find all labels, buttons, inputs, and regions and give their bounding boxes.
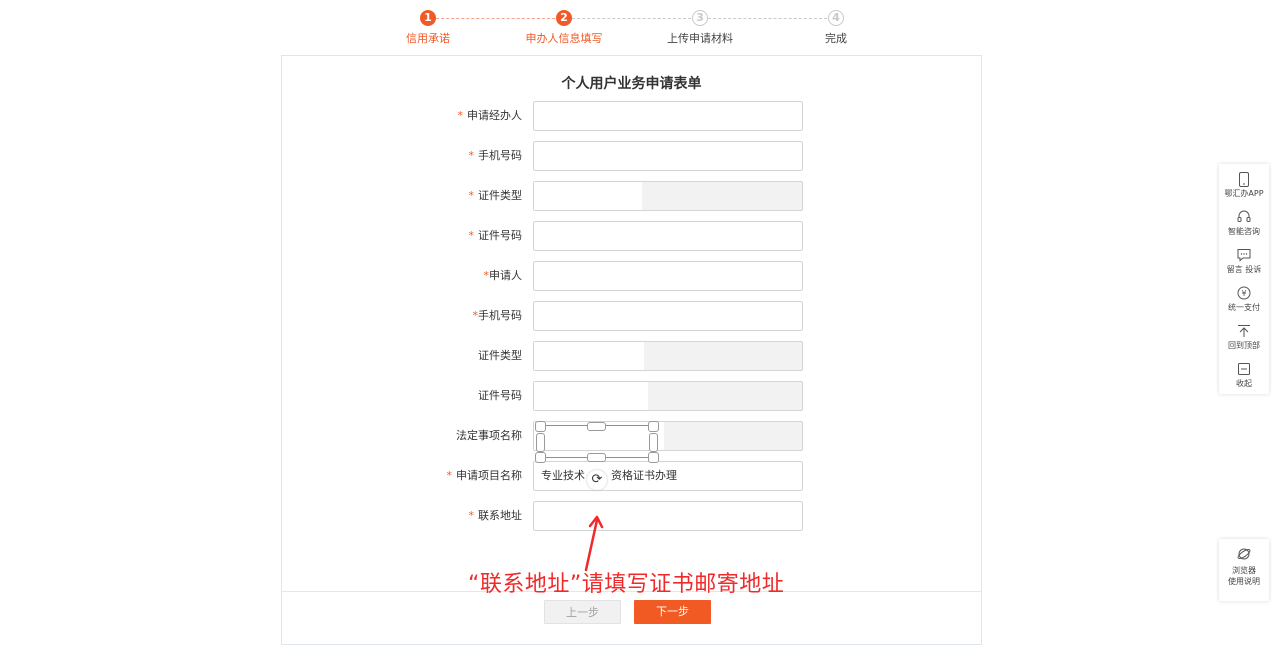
step-4: 4 完成 <box>766 10 906 46</box>
progress-stepper: 1 信用承诺 2 申办人信息填写 3 上传申请材料 4 完成 <box>0 10 1275 50</box>
field-label-text: 证件号码 <box>478 229 522 242</box>
step-1: 1 信用承诺 <box>358 10 498 46</box>
form-title: 个人用户业务申请表单 <box>561 76 702 92</box>
required-mark: * <box>468 229 475 242</box>
form-row-agent-id-number: * 证件号码 <box>282 221 981 251</box>
step-label: 信用承诺 <box>406 32 450 45</box>
project-name-value-part-2: 资格证书办理 <box>611 469 677 482</box>
form-row-agent-id-type: * 证件类型 <box>282 181 981 211</box>
svg-text:¥: ¥ <box>1241 289 1246 298</box>
toolbar-label: 收起 <box>1236 379 1252 388</box>
field-label-text: 申请项目名称 <box>456 469 522 482</box>
field-label: *手机号码 <box>473 301 523 331</box>
field-label: 证件类型 <box>478 349 522 362</box>
field-label-text: 申请经办人 <box>467 109 522 122</box>
field-label-text: 申请人 <box>489 269 522 282</box>
help-label-line-2: 使用说明 <box>1228 577 1260 586</box>
applicant-name-input[interactable] <box>533 261 803 291</box>
step-number: 2 <box>556 10 572 26</box>
required-mark: * <box>468 189 475 202</box>
toolbar-top-button[interactable]: 回到顶部 <box>1219 324 1269 362</box>
resize-handle[interactable] <box>536 433 545 452</box>
agent-phone-input[interactable] <box>533 141 803 171</box>
step-label: 上传申请材料 <box>667 32 733 45</box>
toolbar-label: 智能咨询 <box>1228 227 1260 236</box>
form-row-applicant-phone: *手机号码 <box>282 301 981 331</box>
redaction-block <box>534 382 648 410</box>
resize-handle[interactable] <box>535 421 546 432</box>
redaction-block <box>534 342 644 370</box>
form-row-applicant-id-type: 证件类型 <box>282 341 981 371</box>
required-mark: * <box>457 109 464 122</box>
required-mark: * <box>468 509 475 522</box>
previous-step-button[interactable]: 上一步 <box>544 600 621 624</box>
field-label: * 证件类型 <box>469 181 523 211</box>
toolbar-label: 回到顶部 <box>1228 341 1260 350</box>
step-number: 4 <box>828 10 844 26</box>
field-label-text: 证件类型 <box>478 189 522 202</box>
resize-handle[interactable] <box>648 452 659 463</box>
form-row-applicant: *申请人 <box>282 261 981 291</box>
form-row-project-name: * 申请项目名称 专业技术 资格证书办理 <box>282 461 981 491</box>
annotation-text: “联系地址”请填写证书邮寄地址 <box>468 572 785 597</box>
toolbar-payment-button[interactable]: ¥ 统一支付 <box>1219 286 1269 324</box>
step-label: 申办人信息填写 <box>525 32 603 45</box>
required-mark: * <box>468 149 475 162</box>
annotation-arrow <box>584 515 604 572</box>
resize-handle[interactable] <box>649 433 658 452</box>
field-label-text: 手机号码 <box>478 149 522 162</box>
toolbar-label: 留言 投诉 <box>1226 265 1262 274</box>
form-row-applicant-id-number: 证件号码 <box>282 381 981 411</box>
phone-icon <box>1219 172 1269 189</box>
message-icon <box>1219 248 1269 265</box>
field-label: *申请人 <box>484 261 523 291</box>
project-name-value-part-1: 专业技术 <box>541 469 585 482</box>
step-3: 3 上传申请材料 <box>630 10 770 46</box>
toolbar-app-button[interactable]: 鄂汇办APP <box>1219 172 1269 210</box>
step-number: 3 <box>692 10 708 26</box>
toolbar-label: 统一支付 <box>1228 303 1260 312</box>
back-to-top-icon <box>1219 324 1269 341</box>
toolbar-message-button[interactable]: 留言 投诉 <box>1219 248 1269 286</box>
headset-icon <box>1219 210 1269 227</box>
browser-icon <box>1219 547 1269 565</box>
form-row-agent-phone: * 手机号码 <box>282 141 981 171</box>
toolbar-label: 鄂汇办APP <box>1224 189 1264 198</box>
field-label: 法定事项名称 <box>456 429 522 442</box>
resize-handle[interactable] <box>648 421 659 432</box>
form-row-agent: * 申请经办人 <box>282 101 981 131</box>
toolbar-consult-button[interactable]: 智能咨询 <box>1219 210 1269 248</box>
redaction-block <box>534 182 642 210</box>
field-label: * 联系地址 <box>469 501 523 531</box>
required-mark: * <box>446 469 453 482</box>
field-label: * 申请经办人 <box>458 101 523 131</box>
yuan-icon: ¥ <box>1219 286 1269 303</box>
applicant-phone-input[interactable] <box>533 301 803 331</box>
field-label: * 证件号码 <box>469 221 523 251</box>
field-label: *手机号码 <box>469 141 523 171</box>
resize-handle[interactable] <box>587 453 606 462</box>
next-step-button[interactable]: 下一步 <box>634 600 711 624</box>
application-form-panel: 个人用户业务申请表单 * 申请经办人 * 手机号码 * 证件类型 * 证件号码 *申请人… <box>281 55 982 645</box>
field-label: 证件号码 <box>478 389 522 402</box>
help-label-line-1: 浏览器 <box>1232 566 1256 575</box>
step-number: 1 <box>420 10 436 26</box>
rotate-icon[interactable]: ⟳ <box>587 470 607 490</box>
step-label: 完成 <box>825 32 847 45</box>
floating-toolbar: 鄂汇办APP 智能咨询 留言 投诉 ¥ 统一支付 回到顶部 收起 <box>1219 164 1269 394</box>
agent-name-input[interactable] <box>533 101 803 131</box>
field-label-text: 手机号码 <box>478 309 522 322</box>
agent-id-number-input[interactable] <box>533 221 803 251</box>
browser-help-button[interactable]: 浏览器 使用说明 <box>1219 539 1269 601</box>
step-2: 2 申办人信息填写 <box>494 10 634 46</box>
toolbar-collapse-button[interactable]: 收起 <box>1219 362 1269 400</box>
field-label: * 申请项目名称 <box>447 461 523 491</box>
resize-handle[interactable] <box>587 422 606 431</box>
form-row-address: * 联系地址 <box>282 501 981 531</box>
field-label-text: 联系地址 <box>478 509 522 522</box>
collapse-icon <box>1219 362 1269 379</box>
resize-handle[interactable] <box>535 452 546 463</box>
